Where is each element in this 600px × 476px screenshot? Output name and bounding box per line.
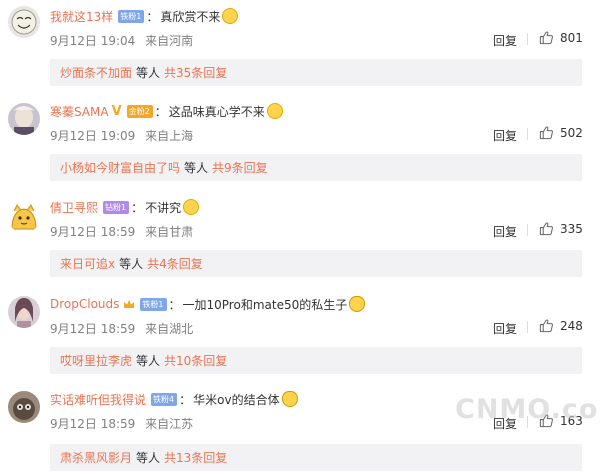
comment-meta: 9月12日 18:59 来自甘肃 (50, 223, 193, 240)
comment-location: 来自河南 (145, 34, 194, 48)
comment-date: 9月12日 19:04 (50, 34, 136, 48)
fan-badge[interactable]: 铁粉1 (140, 297, 167, 311)
reply-summary[interactable]: 小杨如今财富自由了吗 等人 共9条回复 (50, 154, 582, 181)
colon: ： (179, 392, 192, 407)
avatar[interactable] (8, 391, 40, 423)
divider (527, 128, 528, 140)
fan-badge[interactable]: 铁粉1 (118, 9, 145, 23)
cat-emoji (281, 391, 298, 407)
comment-item: 寒蓁SAMA V 金粉2 ： 这品味真心学不来 9月12日 19:09 来自上海… (0, 98, 600, 193)
reply-etc: 等人 (119, 257, 144, 271)
comment-line: 寒蓁SAMA V 金粉2 ： 这品味真心学不来 (50, 102, 283, 120)
like-count: 335 (560, 221, 583, 236)
cat-emoji (349, 296, 366, 312)
comment-line: 实话难听但我得说 铁粉4 ： 华米ov的结合体 (50, 390, 298, 408)
reply-summary[interactable]: 哎呀里拉李虎 等人 共10条回复 (50, 347, 582, 374)
comment-meta: 9月12日 19:04 来自河南 (50, 32, 193, 49)
colon: ： (168, 297, 181, 312)
colon: ： (146, 9, 159, 24)
reply-username[interactable]: 哎呀里拉李虎 (60, 352, 132, 369)
reply-summary[interactable]: 肃杀黑风影月 等人 共13条回复 (50, 444, 582, 471)
like-button[interactable]: 248 (539, 318, 583, 333)
comment-text: 一加10Pro和mate50的私生子 (182, 297, 348, 312)
awkward-emoji (183, 199, 200, 215)
like-button[interactable]: 335 (539, 221, 583, 236)
comment-location: 来自甘肃 (145, 225, 194, 239)
comment-meta: 9月12日 18:59 来自江苏 (50, 415, 193, 432)
comment-line: 我就这13样 铁粉1 ： 真欣赏不来 (50, 7, 239, 25)
comment-item: 我就这13样 铁粉1 ： 真欣赏不来 9月12日 19:04 来自河南 回复 8… (0, 3, 600, 98)
comment-date: 9月12日 18:59 (50, 225, 136, 239)
username[interactable]: DropClouds (50, 297, 119, 311)
avatar[interactable] (8, 6, 40, 38)
comment-location: 来自湖北 (145, 322, 194, 336)
thumbs-up-icon (539, 126, 553, 140)
fan-badge[interactable]: 金粉2 (126, 104, 153, 118)
reply-button[interactable]: 回复 (493, 32, 517, 49)
comment-meta: 9月12日 19:09 来自上海 (50, 127, 193, 144)
fan-badge[interactable]: 钻粉1 (103, 200, 130, 214)
colon: ： (131, 200, 144, 215)
avatar[interactable] (8, 296, 40, 328)
comment-line: DropClouds 铁粉1 ： 一加10Pro和mate50的私生子 (50, 295, 366, 313)
divider (527, 33, 528, 45)
comment-date: 9月12日 18:59 (50, 322, 136, 336)
comment-item: DropClouds 铁粉1 ： 一加10Pro和mate50的私生子 9月12… (0, 291, 600, 386)
reply-count-link[interactable]: 共13条回复 (164, 449, 227, 466)
divider (527, 321, 528, 333)
like-button[interactable]: 502 (539, 125, 583, 140)
reply-count-link[interactable]: 共9条回复 (212, 159, 268, 176)
comment-meta: 9月12日 18:59 来自湖北 (50, 320, 193, 337)
avatar[interactable] (8, 103, 40, 135)
comment-text: 这品味真心学不来 (168, 104, 265, 119)
thumbs-up-icon (539, 31, 553, 45)
username[interactable]: 寒蓁SAMA (50, 103, 109, 120)
like-count: 801 (560, 30, 583, 45)
watermark: CNMO.com (455, 394, 600, 425)
thumbs-up-icon (539, 222, 553, 236)
thumbs-up-icon (539, 319, 553, 333)
reply-username[interactable]: 肃杀黑风影月 (60, 449, 132, 466)
like-button[interactable]: 801 (539, 30, 583, 45)
crown-icon (123, 298, 135, 310)
reply-etc: 等人 (184, 161, 209, 175)
fan-badge[interactable]: 铁粉4 (151, 392, 178, 406)
comment-date: 9月12日 19:09 (50, 129, 136, 143)
comment-item: 倩卫寻熙 钻粉1 ： 不讲究 9月12日 18:59 来自甘肃 回复 335 来… (0, 194, 600, 289)
reply-etc: 等人 (136, 66, 161, 80)
username[interactable]: 我就这13样 (50, 8, 113, 25)
username[interactable]: 实话难听但我得说 (50, 391, 146, 408)
reply-count-link[interactable]: 共10条回复 (164, 352, 227, 369)
comment-location: 来自上海 (145, 129, 194, 143)
reply-button[interactable]: 回复 (493, 223, 517, 240)
divider (527, 224, 528, 236)
colon: ： (154, 104, 167, 119)
comment-text: 不讲究 (145, 200, 182, 215)
like-count: 502 (560, 125, 583, 140)
reply-etc: 等人 (136, 451, 161, 465)
reply-summary[interactable]: 炒面条不加面 等人 共35条回复 (50, 59, 582, 86)
reply-etc: 等人 (136, 354, 161, 368)
reply-summary[interactable]: 来日可追x 等人 共4条回复 (50, 250, 582, 277)
comment-text: 真欣赏不来 (160, 9, 221, 24)
like-count: 248 (560, 318, 583, 333)
comment-location: 来自江苏 (145, 417, 194, 431)
comment-text: 华米ov的结合体 (193, 392, 280, 407)
reply-button[interactable]: 回复 (493, 127, 517, 144)
reply-username[interactable]: 来日可追x (60, 255, 115, 272)
reply-count-link[interactable]: 共35条回复 (164, 64, 227, 81)
avatar[interactable] (8, 201, 40, 233)
reply-button[interactable]: 回复 (493, 320, 517, 337)
reply-username[interactable]: 小杨如今财富自由了吗 (60, 159, 180, 176)
comment-line: 倩卫寻熙 钻粉1 ： 不讲究 (50, 198, 200, 216)
verified-v-icon: V (111, 103, 122, 119)
reply-count-link[interactable]: 共4条回复 (147, 255, 203, 272)
crying-laughing-emoji (222, 8, 239, 24)
reply-username[interactable]: 炒面条不加面 (60, 64, 132, 81)
smile-emoji (266, 103, 283, 119)
username[interactable]: 倩卫寻熙 (50, 199, 98, 216)
comment-date: 9月12日 18:59 (50, 417, 136, 431)
